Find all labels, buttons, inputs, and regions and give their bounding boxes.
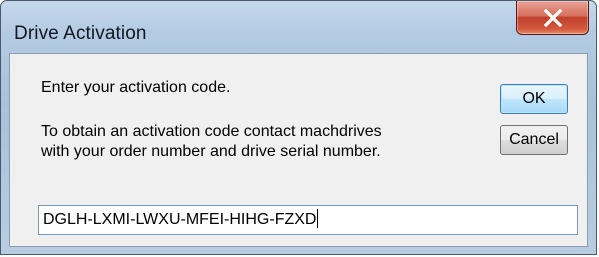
close-x-icon (543, 9, 563, 27)
text-caret (317, 209, 319, 228)
title-bar[interactable]: Drive Activation (1, 1, 596, 53)
cancel-button[interactable]: Cancel (500, 125, 568, 155)
activation-code-value: DGLH-LXMI-LWXU-MFEI-HIHG-FZXD (43, 211, 317, 228)
dialog-client-area: Enter your activation code. To obtain an… (9, 53, 588, 247)
window-title: Drive Activation (14, 23, 147, 44)
activation-prompt: Enter your activation code. (41, 79, 231, 96)
activation-code-input[interactable]: DGLH-LXMI-LWXU-MFEI-HIHG-FZXD (38, 205, 578, 235)
instructions-line-2: with your order number and drive serial … (41, 143, 381, 160)
activation-instructions: To obtain an activation code contact mac… (41, 122, 382, 162)
close-button[interactable] (516, 1, 589, 35)
drive-activation-window: Drive Activation Enter your activation c… (0, 0, 597, 255)
instructions-line-1: To obtain an activation code contact mac… (41, 123, 382, 140)
ok-button[interactable]: OK (500, 84, 568, 114)
